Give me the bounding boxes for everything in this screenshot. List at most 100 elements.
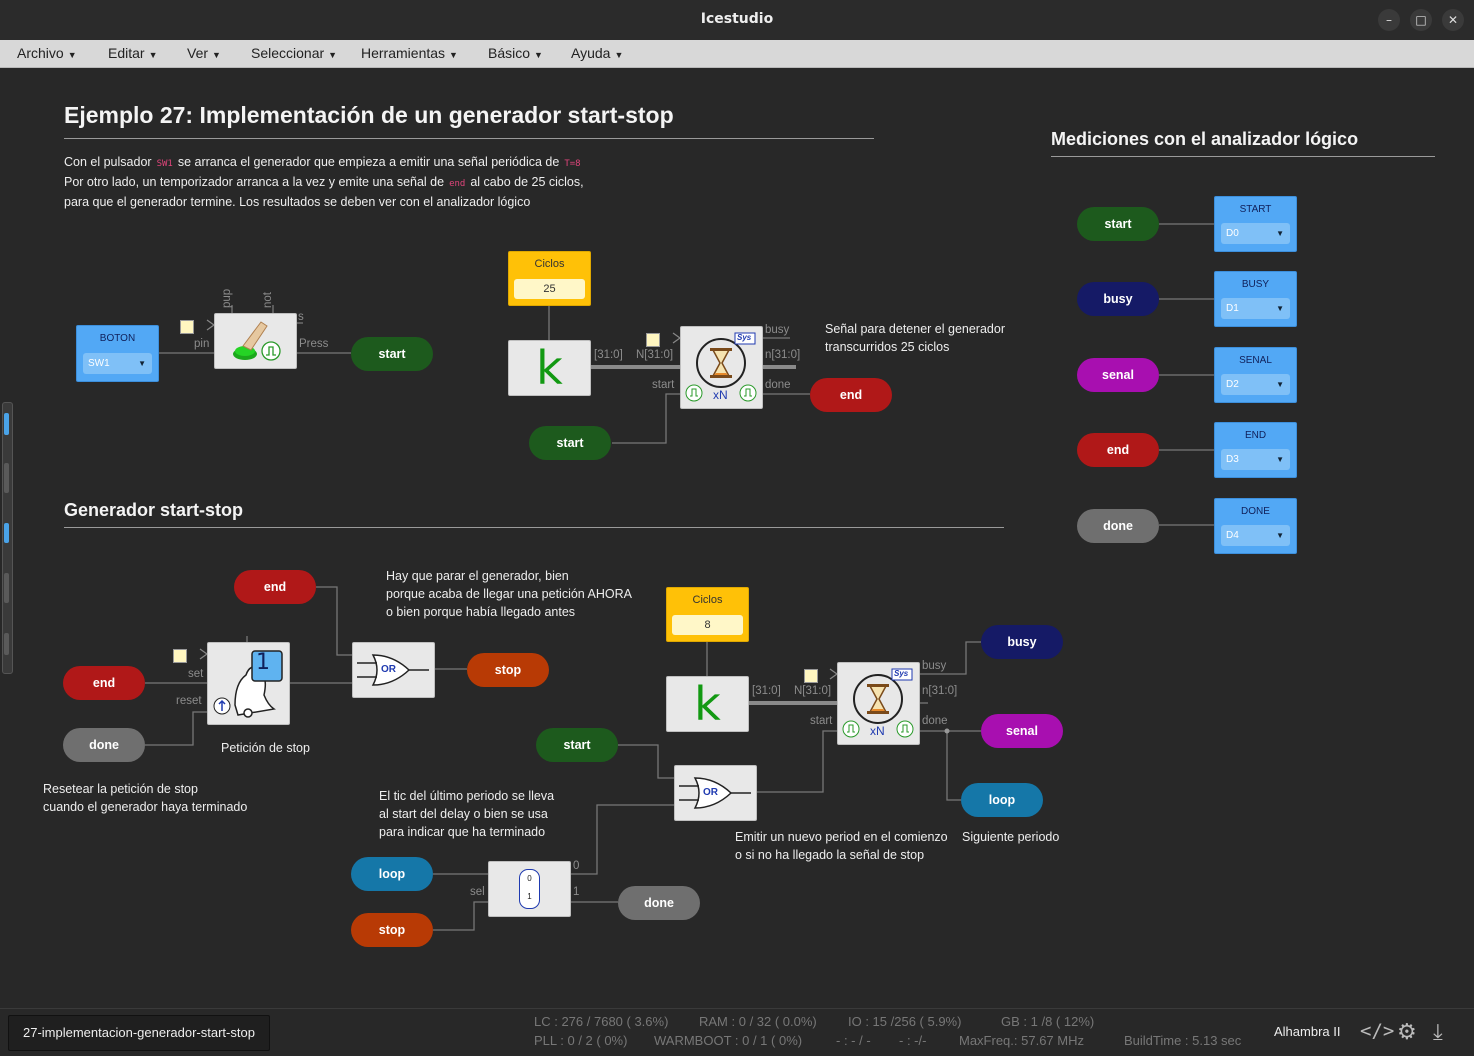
constant-label: Ciclos <box>534 258 565 270</box>
constant-value[interactable]: 8 <box>672 615 743 635</box>
gear-icon[interactable]: ⚙ <box>1397 1019 1417 1045</box>
output-busy[interactable]: busy <box>981 625 1063 659</box>
bell-icon <box>213 650 283 718</box>
analyzer-title: Mediciones con el analizador lógico <box>1051 129 1359 149</box>
demux-block[interactable]: 0 1 <box>488 861 571 917</box>
intro-code: SW1 <box>156 159 173 169</box>
clock-input[interactable] <box>646 333 660 347</box>
intro-line: Por otro lado, un temporizador arranca a… <box>64 173 764 193</box>
close-icon[interactable]: ✕ <box>1442 9 1464 31</box>
input-done[interactable]: done <box>63 728 145 762</box>
pin-value: SW1 <box>88 358 110 369</box>
divider <box>64 527 1004 528</box>
analyzer-input-busy[interactable]: busy <box>1077 282 1159 316</box>
or-gate-block[interactable]: OR <box>352 642 435 698</box>
input-stop[interactable]: stop <box>351 913 433 947</box>
menu-archivo[interactable]: Archivo ▼ <box>17 45 77 61</box>
or-label: OR <box>381 664 396 675</box>
analyzer-input-done[interactable]: done <box>1077 509 1159 543</box>
analyzer-input-start[interactable]: start <box>1077 207 1159 241</box>
menu-label: Archivo <box>17 45 64 61</box>
output-done[interactable]: done <box>618 886 700 920</box>
analyzer-output-done[interactable]: DONE D4 ▼ <box>1214 498 1297 554</box>
file-tab[interactable]: 27-implementacion-generador-start-stop <box>8 1015 270 1051</box>
output-start[interactable]: start <box>351 337 433 371</box>
output-end[interactable]: end <box>810 378 892 412</box>
clock-input[interactable] <box>180 320 194 334</box>
input-boton[interactable]: BOTON SW1 ▼ <box>76 325 159 382</box>
port-reset: reset <box>176 695 202 707</box>
menu-ayuda[interactable]: Ayuda ▼ <box>571 45 623 61</box>
menu-ver[interactable]: Ver ▼ <box>187 45 221 61</box>
port-N: N[31:0] <box>794 685 832 697</box>
note-line: Resetear la petición de stop <box>43 782 198 796</box>
chevron-down-icon: ▼ <box>67 50 77 60</box>
analyzer-output-senal[interactable]: SENAL D2 ▼ <box>1214 347 1297 403</box>
note-line: cuando el generador haya terminado <box>43 800 248 814</box>
board-name[interactable]: Alhambra II <box>1274 1024 1340 1039</box>
constant-ciclos[interactable]: Ciclos 25 <box>508 251 591 306</box>
analyzer-input-end[interactable]: end <box>1077 433 1159 467</box>
pin-select[interactable]: D4 ▼ <box>1221 525 1290 546</box>
menu-herramientas[interactable]: Herramientas ▼ <box>361 45 458 61</box>
stat-dash: - : - / - <box>836 1033 871 1048</box>
constant-k-block[interactable]: k <box>666 676 749 732</box>
chevron-down-icon: ▼ <box>212 50 221 60</box>
stop-request-block[interactable] <box>207 642 290 725</box>
download-icon[interactable]: ⤓ <box>1433 1019 1443 1045</box>
minimize-icon[interactable]: – <box>1378 9 1400 31</box>
note-reset: Resetear la petición de stop cuando el g… <box>43 780 247 816</box>
output-loop[interactable]: loop <box>961 783 1043 817</box>
clock-input[interactable] <box>173 649 187 663</box>
intro-line: para que el generador termine. Los resul… <box>64 195 531 209</box>
menu-label: Ayuda <box>571 45 611 61</box>
analyzer-input-senal[interactable]: senal <box>1077 358 1159 392</box>
port-out1: 1 <box>573 886 580 898</box>
analyzer-output-end[interactable]: END D3 ▼ <box>1214 422 1297 478</box>
pin-value: D0 <box>1226 228 1239 239</box>
maximize-icon[interactable]: □ <box>1410 9 1432 31</box>
input-label: BOTON <box>99 333 136 344</box>
input-end[interactable]: end <box>63 666 145 700</box>
clock-input[interactable] <box>804 669 818 683</box>
output-stop[interactable]: stop <box>467 653 549 687</box>
analyzer-output-start[interactable]: START D0 ▼ <box>1214 196 1297 252</box>
input-start[interactable]: start <box>536 728 618 762</box>
window-title: Icestudio <box>700 11 774 27</box>
input-start[interactable]: start <box>529 426 611 460</box>
or-gate-block[interactable]: OR <box>674 765 757 821</box>
menu-label: Herramientas <box>361 45 446 61</box>
chevron-down-icon: ▼ <box>328 50 338 60</box>
input-end[interactable]: end <box>234 570 316 604</box>
stat-buildtime: BuildTime : 5.13 sec <box>1124 1033 1242 1048</box>
constant-value[interactable]: 25 <box>514 279 585 299</box>
output-senal[interactable]: senal <box>981 714 1063 748</box>
pin-value: D2 <box>1226 379 1239 390</box>
constant-ciclos[interactable]: Ciclos 8 <box>666 587 749 642</box>
timer-xn-label: xN <box>713 388 728 402</box>
menu-editar[interactable]: Editar ▼ <box>108 45 158 61</box>
chevron-down-icon: ▼ <box>449 50 458 60</box>
note-emit: Emitir un nuevo period en el comienzo o … <box>735 828 948 864</box>
stat-io: IO : 15 /256 ( 5.9%) <box>848 1014 962 1029</box>
demux-port-label: 0 <box>527 874 532 883</box>
pin-select[interactable]: D0 ▼ <box>1221 223 1290 244</box>
note-stop: Señal para detener el generador transcur… <box>825 320 1005 356</box>
button-block[interactable] <box>214 313 297 369</box>
pin-select[interactable]: D1 ▼ <box>1221 298 1290 319</box>
intro-line: Con el pulsador SW1 se arranca el generado… <box>64 153 764 173</box>
stat-pll: PLL : 0 / 2 ( 0%) <box>534 1033 628 1048</box>
pin-select[interactable]: SW1 ▼ <box>83 353 152 374</box>
note-line: Emitir un nuevo period en el comienzo <box>735 830 948 844</box>
analyzer-output-busy[interactable]: BUSY D1 ▼ <box>1214 271 1297 327</box>
pin-select[interactable]: D3 ▼ <box>1221 449 1290 470</box>
pin-select[interactable]: D2 ▼ <box>1221 374 1290 395</box>
menu-basico[interactable]: Básico ▼ <box>488 45 543 61</box>
menu-seleccionar[interactable]: Seleccionar ▼ <box>251 45 337 61</box>
input-loop[interactable]: loop <box>351 857 433 891</box>
port-sel: sel <box>470 886 485 898</box>
chevron-down-icon: ▼ <box>148 50 158 60</box>
code-icon[interactable]: </> <box>1360 1020 1394 1042</box>
note-line: o si no ha llegado la señal de stop <box>735 848 925 862</box>
constant-k-block[interactable]: k <box>508 340 591 396</box>
